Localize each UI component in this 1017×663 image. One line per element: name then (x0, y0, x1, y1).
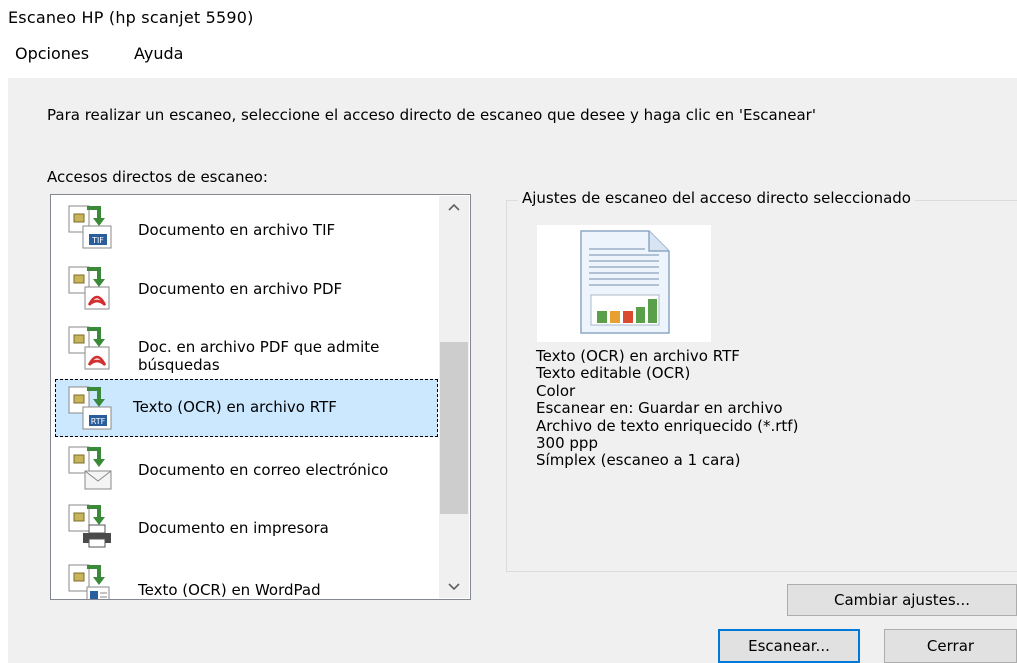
scroll-down-button[interactable] (439, 576, 469, 598)
shortcut-item-tif[interactable]: TIF Documento en archivo TIF (55, 198, 438, 256)
setting-line: Escanear en: Guardar en archivo (536, 399, 783, 418)
searchable-pdf-icon (68, 326, 110, 370)
pdf-file-icon (68, 266, 110, 310)
menu-opciones[interactable]: Opciones (15, 44, 89, 63)
shortcut-label-rtf: Texto (OCR) en archivo RTF (133, 398, 337, 416)
change-settings-button[interactable]: Cambiar ajustes... (787, 584, 1017, 616)
settings-details: Texto (OCR) en archivo RTF Texto editabl… (536, 347, 799, 470)
shortcut-label-pdf: Documento en archivo PDF (138, 280, 343, 298)
shortcut-item-wordpad[interactable]: Texto (OCR) en WordPad (55, 557, 438, 599)
rich-text-document-icon (580, 230, 670, 334)
shortcut-label-printer: Documento en impresora (138, 519, 329, 537)
title-bar: Escaneo HP (hp scanjet 5590) (0, 0, 1017, 36)
shortcuts-scrollbar[interactable] (439, 196, 469, 598)
scan-button[interactable]: Escanear... (718, 629, 860, 663)
svg-text:TIF: TIF (91, 236, 104, 245)
settings-group-label: Ajustes de escaneo del acceso directo se… (518, 189, 915, 207)
email-icon (68, 446, 112, 490)
chevron-down-icon (448, 583, 460, 591)
shortcuts-label: Accesos directos de escaneo: (47, 168, 268, 186)
printer-icon (68, 504, 111, 548)
settings-preview (537, 225, 711, 342)
close-button[interactable]: Cerrar (884, 629, 1017, 663)
wordpad-icon (68, 564, 110, 599)
shortcut-label-searchable-pdf: Doc. en archivo PDF que admite búsquedas (138, 338, 380, 374)
shortcut-item-searchable-pdf[interactable]: Doc. en archivo PDF que admite búsquedas (55, 319, 438, 377)
scroll-thumb[interactable] (440, 342, 468, 514)
shortcuts-list[interactable]: TIF Documento en archivo TIF Documento e… (50, 194, 471, 600)
setting-line: Símplex (escaneo a 1 cara) (536, 451, 741, 470)
svg-text:RTF: RTF (91, 417, 106, 426)
tif-file-icon: TIF (68, 205, 112, 249)
shortcut-item-rtf[interactable]: RTF Texto (OCR) en archivo RTF (55, 379, 438, 437)
shortcut-item-email[interactable]: Documento en correo electrónico (55, 439, 438, 497)
shortcut-label-wordpad: Texto (OCR) en WordPad (138, 581, 321, 599)
menu-ayuda[interactable]: Ayuda (134, 44, 183, 63)
setting-line: Color (536, 381, 576, 400)
setting-line: 300 ppp (536, 434, 598, 453)
setting-line: Texto (OCR) en archivo RTF (536, 347, 740, 365)
shortcut-item-pdf[interactable]: Documento en archivo PDF (55, 259, 438, 317)
chevron-up-icon (448, 203, 460, 211)
setting-line: Texto editable (OCR) (536, 364, 691, 383)
shortcut-label-email: Documento en correo electrónico (138, 461, 389, 479)
window-title: Escaneo HP (hp scanjet 5590) (8, 8, 254, 27)
scroll-up-button[interactable] (439, 196, 469, 218)
rtf-file-icon: RTF (68, 386, 112, 430)
shortcut-item-printer[interactable]: Documento en impresora (55, 497, 438, 555)
setting-line: Archivo de texto enriquecido (*.rtf) (536, 416, 799, 435)
instructions-text: Para realizar un escaneo, seleccione el … (47, 106, 816, 124)
shortcut-label-tif: Documento en archivo TIF (138, 221, 336, 239)
